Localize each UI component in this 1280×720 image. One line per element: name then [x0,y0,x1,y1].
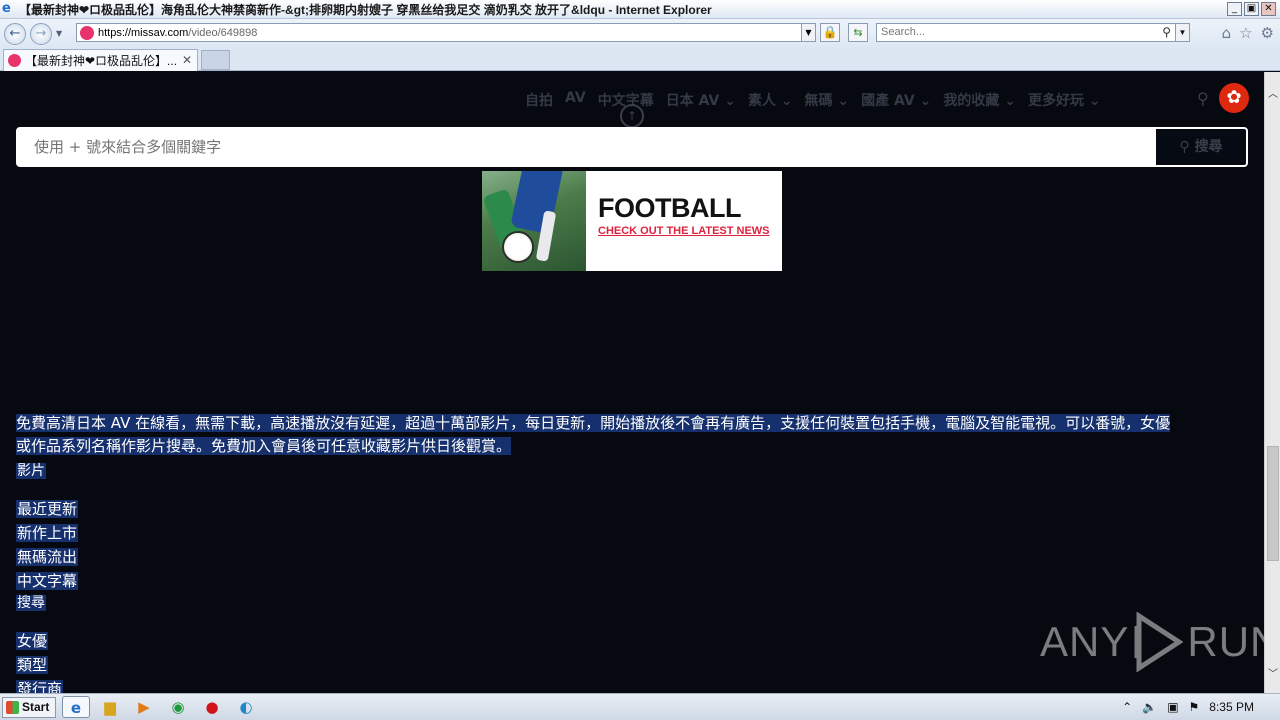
network-icon[interactable]: ▣ [1167,700,1178,714]
back-button[interactable]: ← [4,22,26,45]
address-bar[interactable]: https://missav.com/video/649898 ▼ [76,23,816,42]
site-nav-item[interactable]: 更多好玩 ⌄ [1028,90,1101,110]
minimize-button[interactable]: _ [1227,2,1242,16]
tray-expand-icon[interactable]: ⌃ [1122,700,1132,714]
site-nav-item[interactable]: 自拍 [525,90,553,110]
anyrun-watermark: ANY RUN [1040,612,1264,672]
taskbar-edge-icon[interactable]: ◐ [232,696,260,718]
window-controls: _ ▣ ✕ [1227,2,1276,16]
tab-title: 【最新封神❤︎ロ极品乱伦】... [25,54,178,68]
browser-tools: ⌂ ☆ ⚙ [1222,24,1274,42]
search-input[interactable]: Search... ⚲ ▼ [876,23,1190,42]
site-nav-item[interactable]: 日本 AV ⌄ [666,90,736,110]
taskbar-chrome-icon[interactable]: ◉ [164,696,192,718]
window-titlebar: e 【最新封神❤︎ロ极品乱伦】海角乱伦大神禁脔新作-&gt;排卵期内射嫂子 穿黑… [0,0,1280,19]
compat-refresh-icon[interactable]: ⇆ [848,23,868,42]
address-dropdown-icon[interactable]: ▼ [801,24,815,41]
start-button[interactable]: Start [2,696,56,718]
link-new-releases[interactable]: 新作上市 [16,522,79,543]
section-videos-heading: 影片 [16,463,46,479]
forward-button[interactable]: → [30,22,52,45]
tab-bar: 【最新封神❤︎ロ极品乱伦】... ✕ [0,48,1280,71]
site-nav-item[interactable]: 無碼 ⌄ [805,90,850,110]
nav-search-icon[interactable]: ⚲ [1197,89,1209,108]
back-to-top-icon[interactable]: ↑ [620,104,644,128]
vertical-scrollbar[interactable]: ︿ ﹀ [1264,72,1280,693]
scroll-thumb[interactable] [1267,446,1279,561]
football-icon [502,231,534,263]
site-search-input[interactable] [18,129,1156,165]
ad-headline: FOOTBALL [598,193,741,223]
search-dropdown-icon[interactable]: ▼ [1175,24,1189,41]
taskbar-ie-icon[interactable]: e [62,696,90,718]
taskbar-explorer-icon[interactable]: ▆ [96,696,124,718]
ie-logo-icon: e [2,1,11,16]
browser-navbar: ← → ▼ https://missav.com/video/649898 ▼ … [0,19,1280,48]
scroll-down-icon[interactable]: ﹀ [1265,666,1280,683]
site-nav-item[interactable]: 素人 ⌄ [748,90,793,110]
site-nav: 自拍 AV 中文字幕 日本 AV ⌄ 素人 ⌄ 無碼 ⌄ 國產 AV ⌄ 我的收藏 ⌄ 更多好玩… [525,90,1101,110]
settings-gear-icon[interactable]: ⚙ [1261,24,1274,42]
search-icon[interactable]: ⚲ [1162,24,1171,41]
link-actresses[interactable]: 女優 [16,630,49,651]
link-genres[interactable]: 類型 [16,654,49,675]
home-icon[interactable]: ⌂ [1222,24,1232,42]
link-uncensored-leak[interactable]: 無碼流出 [16,546,79,567]
taskbar-opera-icon[interactable]: ● [198,696,226,718]
system-tray: ⌃ 🔈 ▣ ⚑ 8:35 PM [1112,694,1280,720]
site-favicon-icon [80,25,94,40]
windows-flag-icon [6,700,19,714]
site-nav-item[interactable]: AV [565,90,586,110]
close-button[interactable]: ✕ [1261,2,1276,16]
action-center-flag-icon[interactable]: ⚑ [1189,700,1200,714]
section-search-heading: 搜尋 [16,595,46,611]
site-description: 免費高清日本 AV 在線看，無需下載，高速播放沒有延遲，超過十萬部影片，每日更新… [16,414,1171,455]
language-flag-icon[interactable]: ✿ [1219,83,1249,113]
lock-icon[interactable]: 🔒 [820,23,840,42]
site-search-button[interactable]: ⚲ 搜尋 [1156,129,1246,165]
site-search-bar: ⚲ 搜尋 [16,127,1248,167]
tray-clock[interactable]: 8:35 PM [1209,700,1254,714]
ad-subline[interactable]: CHECK OUT THE LATEST NEWS [598,225,770,237]
history-dropdown-icon[interactable]: ▼ [56,29,62,38]
scroll-up-icon[interactable]: ︿ [1265,86,1280,103]
window-title: 【最新封神❤︎ロ极品乱伦】海角乱伦大神禁脔新作-&gt;排卵期内射嫂子 穿黑丝给… [19,2,712,17]
football-ad-banner[interactable]: FOOTBALL CHECK OUT THE LATEST NEWS [482,171,782,271]
taskbar-mediaplayer-icon[interactable]: ▶ [130,696,158,718]
tab-favicon-icon [8,54,21,67]
maximize-button[interactable]: ▣ [1244,2,1259,16]
link-makers[interactable]: 發行商 [16,678,64,693]
windows-taskbar: Start e ▆ ▶ ◉ ● ◐ ⌃ 🔈 ▣ ⚑ 8:35 PM [0,693,1280,720]
link-recent-updates[interactable]: 最近更新 [16,498,79,519]
volume-icon[interactable]: 🔈 [1142,700,1157,714]
anyrun-play-icon [1134,612,1184,672]
site-nav-item[interactable]: 國產 AV ⌄ [861,90,931,110]
link-chinese-subtitles[interactable]: 中文字幕 [16,570,79,591]
ad-image [482,171,586,271]
tab-active[interactable]: 【最新封神❤︎ロ极品乱伦】... ✕ [3,49,198,71]
address-url[interactable]: https://missav.com/video/649898 [98,27,257,39]
favorites-star-icon[interactable]: ☆ [1239,24,1252,42]
new-tab-button[interactable] [201,50,230,70]
site-nav-item[interactable]: 我的收藏 ⌄ [943,90,1016,110]
page-viewport: 自拍 AV 中文字幕 日本 AV ⌄ 素人 ⌄ 無碼 ⌄ 國產 AV ⌄ 我的收藏 ⌄ 更多好玩… [0,72,1264,693]
tab-close-icon[interactable]: ✕ [182,53,192,67]
